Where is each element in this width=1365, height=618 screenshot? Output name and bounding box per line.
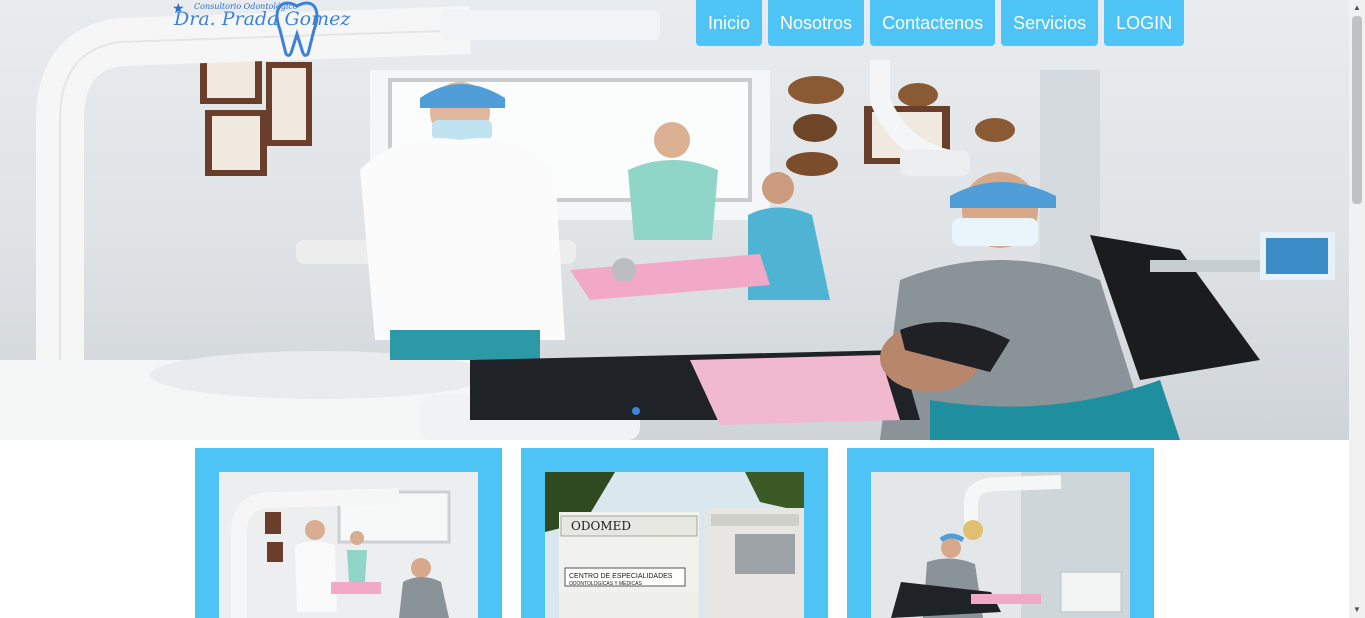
scrollbar-thumb[interactable] (1352, 16, 1362, 204)
card-photo-building: ODOMED CENTRO DE ESPECIALIDADES ODONTOLO… (545, 472, 804, 618)
service-card-3[interactable] (847, 448, 1154, 618)
nav-servicios[interactable]: Servicios (1001, 0, 1099, 46)
service-card-1[interactable] (195, 448, 502, 618)
logo-name: Dra. Prada Gomez (174, 8, 351, 30)
nav-nosotros[interactable]: Nosotros (768, 0, 865, 46)
service-card-2[interactable]: ODOMED CENTRO DE ESPECIALIDADES ODONTOLO… (521, 448, 828, 618)
scroll-up-arrow-icon[interactable]: ▲ (1349, 0, 1365, 16)
sign-odomed: ODOMED (571, 519, 631, 533)
hero-image (0, 6, 1335, 440)
sign-line-1: CENTRO DE ESPECIALIDADES (569, 573, 673, 580)
nav-inicio[interactable]: Inicio (696, 0, 763, 46)
sign-line-2: ODONTOLOGICAS Y MEDICAS (569, 581, 642, 587)
nav-contactenos[interactable]: Contactenos (870, 0, 996, 46)
card-photo-treatment (871, 472, 1130, 618)
main-nav: Inicio Nosotros Contactenos Servicios LO… (696, 0, 1185, 46)
brand-logo[interactable]: ★ Consultorio Odontológico Dra. Prada Go… (170, 0, 350, 60)
card-photo-clinic (219, 472, 478, 618)
hero-carousel[interactable] (0, 0, 1349, 440)
tooth-icon (275, 1, 319, 57)
carousel-indicator[interactable] (632, 407, 640, 415)
scroll-down-arrow-icon[interactable]: ▼ (1349, 602, 1365, 618)
page-scrollbar[interactable]: ▲ ▼ (1349, 0, 1365, 618)
nav-login[interactable]: LOGIN (1104, 0, 1185, 46)
